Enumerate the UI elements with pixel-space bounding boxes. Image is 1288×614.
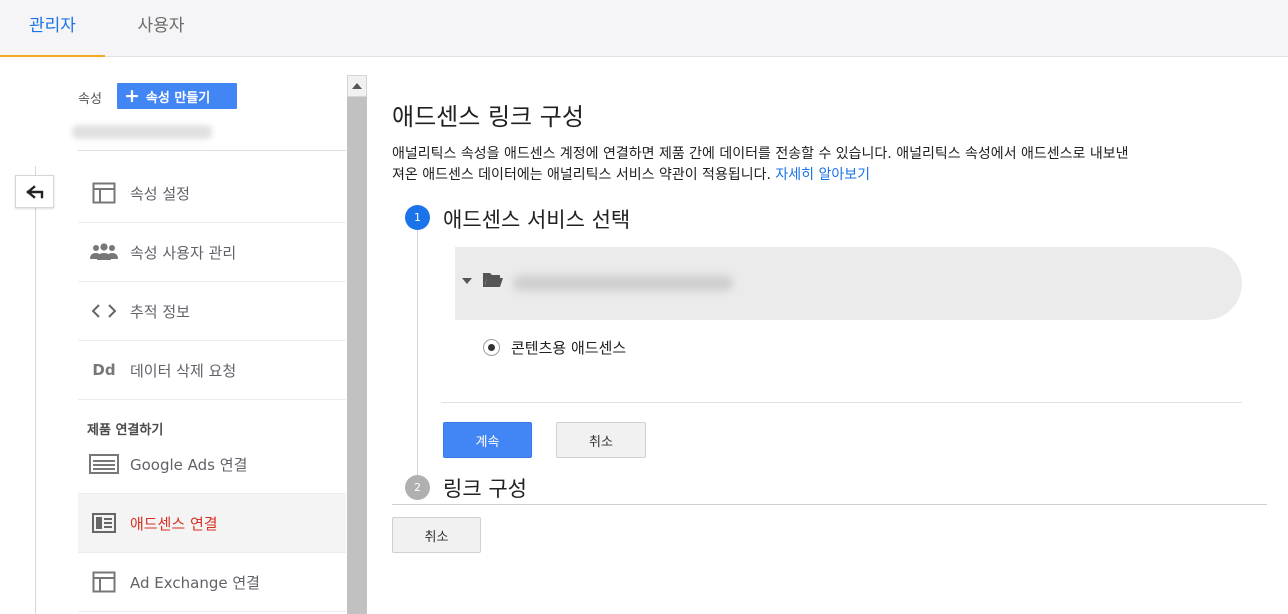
property-settings-icon <box>78 182 130 204</box>
property-selector[interactable] <box>72 125 212 139</box>
create-property-label: 속성 만들기 <box>145 90 211 106</box>
google-ads-icon <box>78 454 130 474</box>
radio-label: 콘텐츠용 애드센스 <box>511 339 627 357</box>
step-connector-line <box>417 229 418 487</box>
step-1-badge: 1 <box>405 205 430 230</box>
rail-line <box>35 166 36 614</box>
adsense-content-option[interactable]: 콘텐츠용 애드센스 <box>483 337 626 358</box>
step-2-title: 링크 구성 <box>443 477 527 501</box>
sidebar-item-label: 추적 정보 <box>130 302 190 321</box>
sidebar-divider <box>78 150 346 151</box>
main-content: 애드센스 링크 구성 애널리틱스 속성을 애드센스 계정에 연결하면 제품 간에… <box>367 57 1288 614</box>
sidebar-item-ad-exchange[interactable]: Ad Exchange 연결 <box>78 553 346 612</box>
bottom-divider <box>392 504 1267 505</box>
step-2-badge: 2 <box>405 475 430 500</box>
sidebar-item-label: 애드센스 연결 <box>130 514 218 533</box>
sidebar-item-label: 속성 설정 <box>130 184 190 203</box>
sidebar-scrollbar[interactable] <box>347 75 367 614</box>
cancel-all-button[interactable]: 취소 <box>392 517 481 553</box>
code-icon <box>78 303 130 319</box>
description-line-1: 애널리틱스 속성을 애드센스 계정에 연결하면 제품 간에 데이터를 전송할 수… <box>392 146 1129 162</box>
sidebar-item-google-ads[interactable]: Google Ads 연결 <box>78 435 346 494</box>
sidebar-item-label: 데이터 삭제 요청 <box>130 361 237 380</box>
adsense-account-row[interactable] <box>455 247 1242 320</box>
sidebar-item-property-settings[interactable]: 속성 설정 <box>78 164 346 223</box>
step-1-title: 애드센스 서비스 선택 <box>443 208 631 232</box>
page-title: 애드센스 링크 구성 <box>392 103 584 131</box>
back-arrow-icon <box>25 184 43 199</box>
description-line-2-wrap: 져온 애드센스 데이터에는 애널리틱스 서비스 약관이 적용됩니다. 자세히 알… <box>392 165 1288 186</box>
caret-down-icon[interactable] <box>462 278 472 284</box>
sidebar-item-adsense[interactable]: 애드센스 연결 <box>78 494 346 553</box>
scroll-up-button[interactable] <box>347 75 367 97</box>
sidebar-item-data-deletion[interactable]: Dd 데이터 삭제 요청 <box>78 341 346 400</box>
users-group-icon <box>78 243 130 261</box>
back-button[interactable] <box>15 175 54 208</box>
learn-more-link[interactable]: 자세히 알아보기 <box>775 167 870 183</box>
create-property-button[interactable]: + 속성 만들기 <box>117 83 237 109</box>
page-description: 애널리틱스 속성을 애드센스 계정에 연결하면 제품 간에 데이터를 전송할 수… <box>392 144 1288 186</box>
sidebar: 속성 + 속성 만들기 속성 설정 속성 사용자 관리 추적 정보 Dd 데이터… <box>72 75 348 614</box>
ad-exchange-icon <box>78 571 130 593</box>
continue-button[interactable]: 계속 <box>443 422 532 458</box>
top-tab-bar: 관리자 사용자 <box>0 0 1288 57</box>
tab-admin[interactable]: 관리자 <box>0 0 105 57</box>
property-label: 속성 <box>78 92 102 107</box>
chevron-up-icon <box>352 83 362 89</box>
sidebar-item-label: Google Ads 연결 <box>130 455 248 474</box>
sidebar-item-label: 속성 사용자 관리 <box>130 243 237 262</box>
plus-icon: + <box>124 84 140 107</box>
form-divider <box>441 402 1242 403</box>
adsense-icon <box>78 513 130 533</box>
folder-icon <box>483 273 503 287</box>
sidebar-item-user-management[interactable]: 속성 사용자 관리 <box>78 223 346 282</box>
description-line-2: 져온 애드센스 데이터에는 애널리틱스 서비스 약관이 적용됩니다. <box>392 167 771 183</box>
dd-icon: Dd <box>92 361 116 379</box>
radio-selected-dot <box>488 344 495 351</box>
sidebar-item-tracking-info[interactable]: 추적 정보 <box>78 282 346 341</box>
account-name <box>513 275 733 291</box>
sidebar-item-label: Ad Exchange 연결 <box>130 573 260 592</box>
cancel-button[interactable]: 취소 <box>556 422 646 458</box>
tab-user[interactable]: 사용자 <box>105 0 217 57</box>
radio-button[interactable] <box>483 339 500 356</box>
